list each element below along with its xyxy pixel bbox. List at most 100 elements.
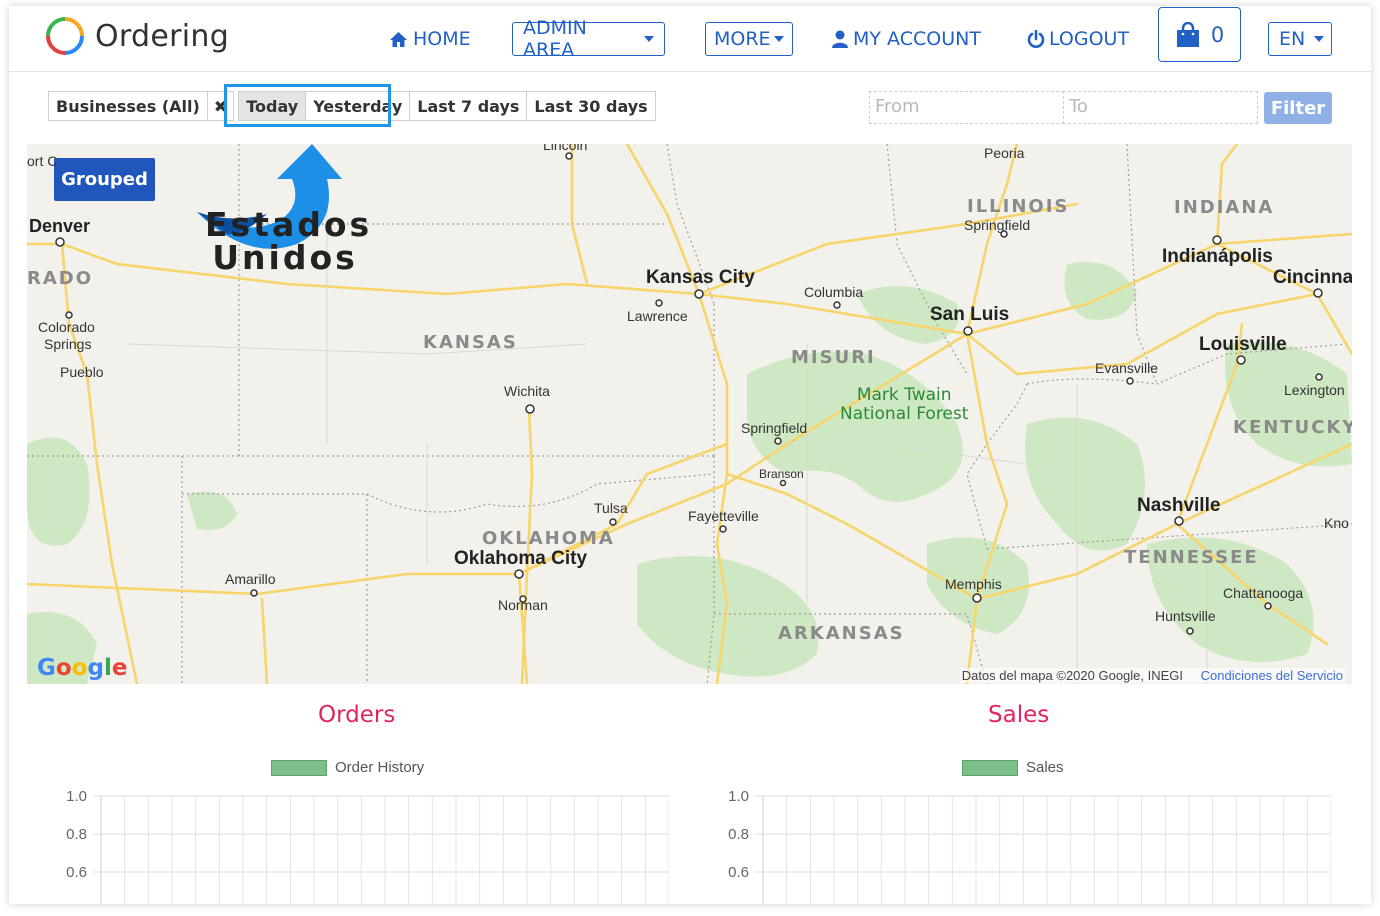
nav-my-account[interactable]: MY ACCOUNT [832, 22, 981, 56]
city-label: San Luis [930, 304, 1010, 325]
nav-more-dropdown[interactable]: MORE [705, 22, 793, 56]
app-name: Ordering [95, 18, 230, 54]
top-navbar: Ordering HOME ADMIN AREA MORE MY ACCOUNT [9, 6, 1371, 72]
logo[interactable]: Ordering [45, 14, 229, 58]
map-data-credit: Datos del mapa ©2020 Google, INEGI [961, 668, 1184, 683]
legend-swatch [962, 759, 1018, 776]
state-label: ILLINOIS [967, 196, 1070, 217]
nav-logout[interactable]: LOGOUT [1027, 22, 1129, 56]
orders-map[interactable]: Grouped Estados Unidos KANSAS MISURI ILL… [27, 144, 1352, 684]
google-logo: Google [37, 655, 128, 681]
cart-button[interactable]: 0 [1158, 7, 1241, 62]
city-label: Evansville [1095, 360, 1159, 376]
nav-admin-dropdown[interactable]: ADMIN AREA [512, 17, 665, 61]
filter-button[interactable]: Filter [1264, 92, 1332, 124]
sales-chart: 1.0 0.8 0.6 0.4 [701, 776, 1332, 904]
city-label: Springs [44, 336, 92, 352]
terms-of-service-link[interactable]: Condiciones del Servicio [1201, 668, 1343, 683]
chevron-down-icon [644, 36, 654, 42]
language-dropdown[interactable]: EN [1268, 22, 1332, 56]
state-label: INDIANA [1174, 197, 1275, 218]
businesses-filter[interactable]: Businesses (All) [48, 91, 208, 121]
park-label-line1: Mark Twain [856, 385, 952, 405]
power-icon [1027, 30, 1045, 48]
y-tick-label: 0.4 [66, 902, 87, 904]
logo-icon [46, 17, 84, 55]
nav-home[interactable]: HOME [389, 22, 471, 56]
to-date-input[interactable]: To [1063, 91, 1258, 124]
city-label: Memphis [945, 576, 1002, 592]
city-label: Louisville [1199, 334, 1287, 355]
orders-chart-canvas: 1.0 0.8 0.6 0.4 [66, 788, 670, 904]
city-label: Colorado [38, 319, 95, 335]
country-label: Estados Unidos [205, 205, 373, 277]
sales-chart-legend[interactable]: Sales [962, 759, 1064, 776]
city-label: Kno [1324, 515, 1349, 531]
park-label: Mark Twain National Forest [840, 386, 968, 424]
city-label: Huntsville [1155, 608, 1216, 624]
city-label: Kansas City [646, 267, 755, 288]
nav-logout-label: LOGOUT [1049, 28, 1130, 50]
state-label: OKLAHOMA [482, 528, 615, 549]
state-label: ARKANSAS [778, 623, 905, 644]
nav-home-label: HOME [413, 28, 471, 50]
city-label: Lawrence [627, 308, 688, 324]
y-tick-label: 1.0 [728, 788, 749, 805]
city-label: Tulsa [594, 500, 628, 516]
y-tick-label: 0.4 [728, 902, 749, 904]
app-window: Ordering HOME ADMIN AREA MORE MY ACCOUNT [9, 6, 1371, 904]
city-label: Norman [498, 597, 548, 613]
city-label: Oklahoma City [454, 548, 588, 569]
orders-chart-title: Orders [318, 702, 396, 728]
city-label: ort C [27, 153, 58, 169]
home-icon [390, 31, 407, 47]
last-7-days-filter-button[interactable]: Last 7 days [409, 91, 528, 121]
chevron-down-icon [1314, 36, 1325, 42]
city-label: Denver [29, 216, 91, 236]
shopping-bag-icon [1176, 21, 1199, 47]
city-label: Wichita [504, 383, 550, 399]
sales-chart-title: Sales [988, 702, 1050, 728]
orders-chart-legend[interactable]: Order History [271, 759, 424, 776]
city-label: Amarillo [225, 571, 276, 587]
y-tick-label: 0.6 [728, 864, 749, 881]
park-label-line2: National Forest [840, 404, 969, 424]
y-tick-label: 0.8 [728, 826, 749, 843]
chevron-down-icon [773, 36, 784, 42]
state-label: TENNESSEE [1124, 547, 1259, 568]
y-tick-label: 0.6 [66, 864, 87, 881]
state-label: KENTUCKY [1233, 417, 1352, 438]
map-attribution: Datos del mapa ©2020 Google, INEGI Condi… [959, 668, 1345, 683]
nav-account-label: MY ACCOUNT [853, 28, 981, 50]
city-label: Peoria [984, 145, 1025, 161]
city-label: Springfield [741, 420, 808, 436]
orders-chart: 1.0 0.8 0.6 0.4 [39, 776, 670, 904]
nav-admin-label: ADMIN AREA [523, 17, 587, 61]
city-label: Pueblo [60, 364, 104, 380]
country-label-line1: Estados [205, 205, 373, 244]
city-label: Fayetteville [688, 508, 759, 524]
legend-label: Sales [1026, 759, 1064, 776]
legend-label: Order History [335, 759, 425, 776]
cart-count: 0 [1210, 22, 1225, 47]
city-label: Chattanooga [1223, 585, 1304, 601]
city-label: Nashville [1137, 495, 1221, 516]
legend-swatch [271, 759, 327, 776]
city-label: Springfield [964, 217, 1031, 233]
city-label: Cincinna [1273, 267, 1352, 288]
state-label: KANSAS [423, 332, 518, 353]
city-label: Lincoln [543, 144, 588, 153]
city-label: Indianápolis [1162, 246, 1273, 267]
from-date-input[interactable]: From [869, 91, 1064, 124]
highlight-box [224, 84, 391, 127]
y-tick-label: 0.8 [66, 826, 87, 843]
last-30-days-filter-button[interactable]: Last 30 days [526, 91, 656, 121]
state-label: MISURI [791, 347, 876, 368]
y-tick-label: 1.0 [66, 788, 87, 805]
grouped-toggle-button[interactable]: Grouped [54, 158, 155, 201]
city-label: Branson [759, 467, 804, 481]
user-icon [832, 30, 848, 48]
state-label: RADO [27, 268, 94, 289]
country-label-line2: Unidos [212, 238, 358, 277]
city-label: Lexington [1284, 382, 1345, 398]
